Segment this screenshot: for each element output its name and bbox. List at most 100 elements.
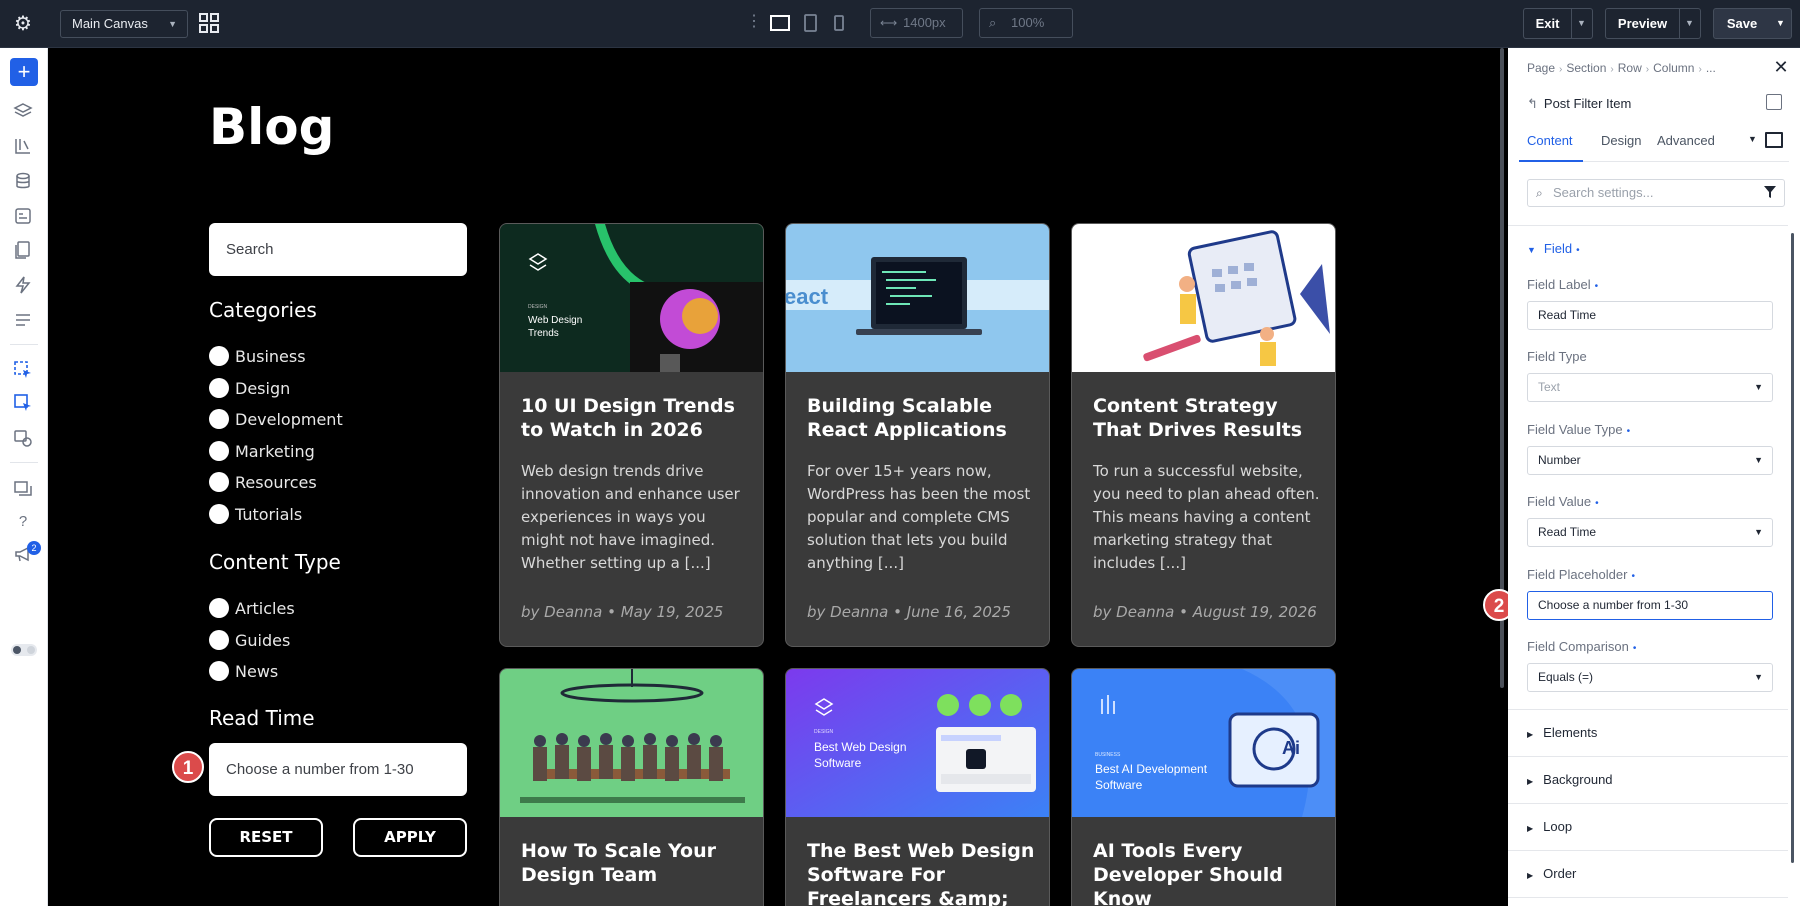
image-caption: eact xyxy=(785,284,829,309)
post-title[interactable]: Content Strategy That Drives Results xyxy=(1093,394,1323,442)
content-type-radio[interactable]: Guides xyxy=(209,629,291,653)
desktop-view-icon[interactable] xyxy=(769,13,791,33)
module-name: Post Filter Item xyxy=(1543,96,1632,111)
left-sidebar: + ? 2 xyxy=(0,48,48,906)
post-card[interactable]: eact Building Scalable React Application… xyxy=(785,223,1050,647)
exit-button[interactable]: Exit xyxy=(1523,8,1572,39)
chevron-right-icon: › xyxy=(1698,64,1702,75)
content-type-radio[interactable]: Articles xyxy=(209,597,295,621)
elements-section-toggle[interactable]: ▶ Elements xyxy=(1527,725,1597,740)
post-title[interactable]: The Best Web Design Software For Freelan… xyxy=(807,839,1037,906)
reset-button[interactable]: RESET xyxy=(209,818,323,857)
panel-scrollbar[interactable] xyxy=(1791,233,1794,863)
content-type-heading: Content Type xyxy=(209,550,341,574)
select-cursor-icon[interactable] xyxy=(13,360,33,380)
save-options-button[interactable]: ▼ xyxy=(1770,8,1792,39)
dark-mode-toggle[interactable] xyxy=(11,644,37,656)
content-type-radio[interactable]: News xyxy=(209,660,278,684)
canvas-width-field[interactable]: ⟷ 1400px xyxy=(870,8,963,38)
ai-chip-icon: Ai xyxy=(1282,738,1300,758)
apply-button[interactable]: APPLY xyxy=(353,818,467,857)
post-card[interactable]: Content Strategy That Drives Results To … xyxy=(1071,223,1336,647)
background-section-toggle[interactable]: ▶ Background xyxy=(1527,772,1613,787)
radio-circle xyxy=(209,660,229,681)
database-icon[interactable] xyxy=(13,171,33,191)
section-divider xyxy=(1508,803,1788,804)
zoom-field[interactable]: ⌕ 100% xyxy=(979,8,1073,38)
library-icon[interactable] xyxy=(13,136,33,156)
field-value-type-select[interactable]: Number ▼ xyxy=(1527,446,1773,475)
field-label-input[interactable]: Read Time xyxy=(1527,301,1773,330)
preview-button[interactable]: Preview xyxy=(1605,8,1680,39)
required-dot: • xyxy=(1595,498,1599,509)
stack-icon[interactable] xyxy=(13,478,33,498)
content-type-label: Guides xyxy=(235,631,291,650)
multi-select-icon[interactable] xyxy=(13,393,33,413)
category-radio[interactable]: Design xyxy=(209,377,290,401)
layers-icon[interactable] xyxy=(13,101,33,121)
chevron-down-icon[interactable]: ▼ xyxy=(1748,134,1757,144)
return-arrow-icon[interactable]: ↰ xyxy=(1527,96,1538,111)
help-icon[interactable]: ? xyxy=(13,512,33,532)
category-radio[interactable]: Tutorials xyxy=(209,503,302,527)
breadcrumb-item[interactable]: ... xyxy=(1706,61,1716,75)
preset-settings-icon[interactable] xyxy=(13,428,33,448)
breadcrumb-item[interactable]: Section xyxy=(1566,61,1606,75)
close-icon[interactable]: ✕ xyxy=(1772,58,1790,76)
field-type-select[interactable]: Text ▼ xyxy=(1527,373,1773,402)
search-settings-input[interactable]: ⌕ Search settings... xyxy=(1527,179,1785,207)
module-options-icon[interactable] xyxy=(1766,94,1782,110)
preset-square-icon[interactable] xyxy=(1765,132,1783,148)
filter-icon[interactable] xyxy=(1764,186,1776,198)
label-text: Field Label xyxy=(1527,277,1591,292)
post-card[interactable]: How To Scale Your Design Team xyxy=(499,668,764,906)
blog-search-input[interactable]: Search xyxy=(209,223,467,276)
category-radio[interactable]: Business xyxy=(209,345,306,369)
field-section-toggle[interactable]: ▼ Field • xyxy=(1527,241,1580,256)
read-time-input[interactable]: Choose a number from 1-30 xyxy=(209,743,467,796)
field-value-select[interactable]: Read Time ▼ xyxy=(1527,518,1773,547)
lightning-icon[interactable] xyxy=(13,275,33,295)
tab-design[interactable]: Design xyxy=(1601,133,1641,148)
category-radio[interactable]: Marketing xyxy=(209,440,315,464)
preview-options-button[interactable]: ▼ xyxy=(1679,8,1701,39)
save-button[interactable]: Save xyxy=(1713,8,1771,39)
tab-content[interactable]: Content xyxy=(1527,133,1573,148)
post-meta: by Deanna • May 19, 2025 xyxy=(521,603,724,621)
phone-view-icon[interactable] xyxy=(828,13,850,33)
required-dot: • xyxy=(1626,426,1631,437)
pages-icon[interactable] xyxy=(13,240,33,260)
theme-builder-icon[interactable] xyxy=(13,206,33,226)
loop-section-toggle[interactable]: ▶ Loop xyxy=(1527,819,1572,834)
post-card[interactable]: DESIGN Best Web Design Software The Best… xyxy=(785,668,1050,906)
category-radio[interactable]: Development xyxy=(209,408,343,432)
breadcrumb-item[interactable]: Row xyxy=(1618,61,1642,75)
post-title[interactable]: AI Tools Every Developer Should Know xyxy=(1093,839,1323,906)
list-settings-icon[interactable] xyxy=(13,310,33,330)
category-label: Resources xyxy=(235,473,317,492)
settings-gear-icon[interactable]: ⚙ xyxy=(11,12,35,36)
field-comparison-select[interactable]: Equals (=) ▼ xyxy=(1527,663,1773,692)
breadcrumb-item[interactable]: Page xyxy=(1527,61,1555,75)
order-section-toggle[interactable]: ▶ Order xyxy=(1527,866,1576,881)
field-label-label: Field Label • xyxy=(1527,277,1598,292)
post-card[interactable]: DESIGN Web Design Trends 10 UI Design Tr… xyxy=(499,223,764,647)
add-element-button[interactable]: + xyxy=(10,58,38,86)
post-title[interactable]: 10 UI Design Trends to Watch in 2026 xyxy=(521,394,751,442)
tablet-view-icon[interactable] xyxy=(799,13,821,33)
exit-options-button[interactable]: ▼ xyxy=(1571,8,1593,39)
field-placeholder-input[interactable]: Choose a number from 1-30 xyxy=(1527,591,1773,620)
category-label: Marketing xyxy=(235,442,315,461)
category-radio[interactable]: Resources xyxy=(209,471,317,495)
post-image-team-meeting xyxy=(500,669,763,817)
more-vertical-icon[interactable]: ⋮ xyxy=(746,12,762,32)
canvas-select[interactable]: Main Canvas ▼ xyxy=(60,10,188,38)
post-card[interactable]: Ai BUSINESS Best AI Development Software… xyxy=(1071,668,1336,906)
breadcrumb-item[interactable]: Column xyxy=(1653,61,1694,75)
layout-grid-icon[interactable] xyxy=(198,12,220,34)
post-title[interactable]: How To Scale Your Design Team xyxy=(521,839,751,887)
post-title[interactable]: Building Scalable React Applications xyxy=(807,394,1037,442)
tab-advanced[interactable]: Advanced xyxy=(1657,133,1715,148)
canvas-scrollbar[interactable] xyxy=(1497,48,1507,906)
post-image-web-design xyxy=(500,224,763,372)
